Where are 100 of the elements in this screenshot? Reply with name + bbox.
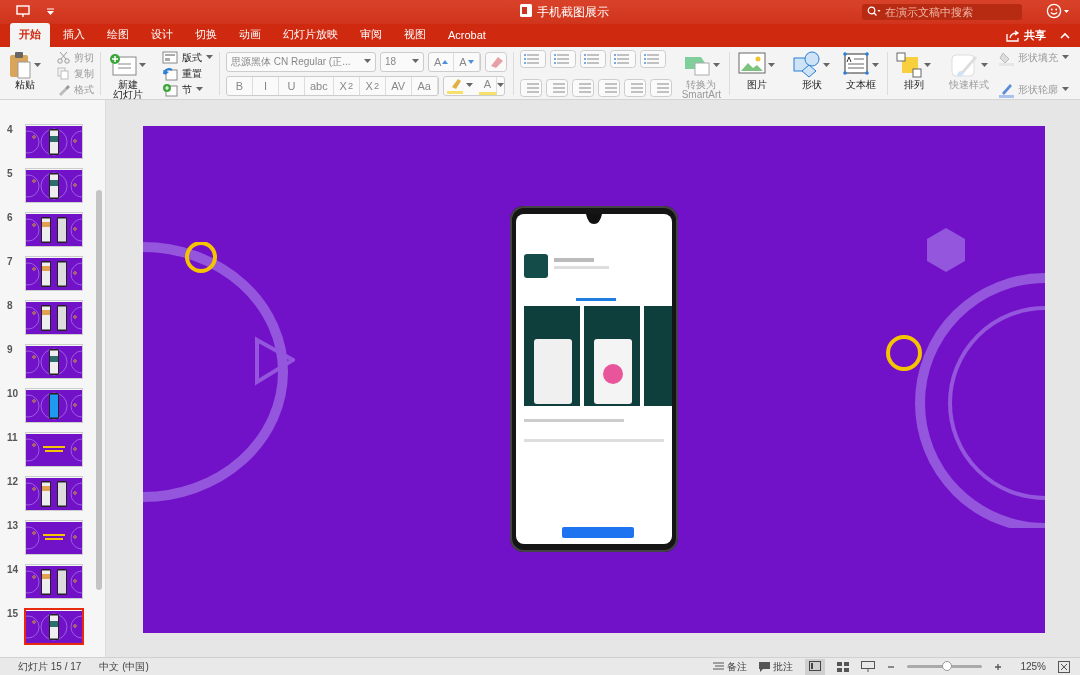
slide-number: 6 [7, 212, 14, 223]
share-icon [1006, 29, 1020, 42]
layout-icon [162, 50, 178, 65]
grid-view-icon[interactable] [837, 661, 850, 672]
insert-button[interactable]: 图片 [736, 50, 778, 97]
slide-number: 10 [7, 388, 20, 399]
copy-icon [57, 67, 70, 80]
format-button[interactable]: U [279, 76, 305, 95]
caret-icon [872, 62, 880, 68]
ribbon-tab[interactable]: 幻灯片放映 [274, 23, 347, 47]
ribbon-tab[interactable]: 视图 [395, 23, 435, 47]
smartart-button[interactable]: 转换为 SmartArt [679, 50, 724, 97]
presentation-icon[interactable] [16, 5, 30, 17]
smiley-icon[interactable] [1046, 3, 1070, 19]
ribbon-tab[interactable]: 切换 [186, 23, 226, 47]
slide-number: 4 [7, 124, 14, 135]
zoom-in-icon[interactable] [994, 662, 1003, 671]
slide-number: 12 [7, 476, 20, 487]
caret-icon [980, 62, 988, 68]
caret-icon [139, 62, 146, 68]
slide-thumbnail[interactable] [25, 300, 83, 335]
slide-thumbnail[interactable] [24, 608, 84, 645]
slide-number: 15 [7, 608, 20, 619]
format-button[interactable]: Aa [411, 76, 438, 95]
format-button[interactable]: abc [305, 76, 334, 95]
section-icon [162, 82, 178, 97]
insert-button[interactable]: 形状 [791, 50, 833, 97]
zoom-percent[interactable]: 125% [1020, 661, 1046, 672]
arrange-button[interactable]: 排列 [894, 50, 934, 97]
slide-thumbnail[interactable] [25, 520, 83, 555]
font-size-field[interactable]: 18 [380, 51, 424, 72]
pencil-icon [999, 81, 1015, 98]
caret-icon [823, 62, 831, 68]
normal-view-icon [809, 660, 822, 671]
slide-number: 14 [7, 564, 20, 575]
brush-icon [57, 83, 70, 96]
ribbon-tab[interactable]: 插入 [54, 23, 94, 47]
caret-icon [1062, 87, 1070, 92]
font-field[interactable]: 思源黑体 CN Regular (正... [226, 51, 376, 72]
slide-thumbnail[interactable] [25, 212, 83, 247]
format-button[interactable]: I [253, 76, 279, 95]
scrollbar[interactable] [96, 190, 102, 590]
fit-icon[interactable] [1058, 660, 1070, 673]
caret-icon [712, 62, 720, 68]
search-field[interactable]: 在演示文稿中搜索 [862, 4, 1022, 20]
shapes-icon [793, 51, 822, 79]
shrink-font-button[interactable]: A [454, 52, 480, 71]
up-triangle-icon [442, 59, 449, 64]
caret-icon [768, 62, 776, 68]
ribbon-tab[interactable]: 开始 [10, 23, 50, 47]
slide-tool-button[interactable]: 节 [162, 82, 213, 97]
dropdown-icon[interactable] [46, 7, 55, 16]
share-button[interactable]: 共享 [1006, 28, 1046, 43]
caret-icon [206, 55, 213, 60]
notes-icon [713, 662, 725, 671]
ribbon-tab[interactable]: 审阅 [351, 23, 391, 47]
normal-view-button[interactable] [805, 658, 826, 675]
slide-number: 13 [7, 520, 20, 531]
slide-number: 5 [7, 168, 14, 179]
slide-thumbnail[interactable] [25, 432, 83, 467]
paste-button[interactable]: 粘贴 [6, 50, 43, 97]
slide-thumbnail[interactable] [25, 476, 83, 511]
slide-tool-button[interactable]: 重置 [162, 66, 213, 81]
brush-icon [950, 52, 979, 78]
slide-position: 幻灯片 15 / 17 [18, 659, 82, 674]
ribbon-tab[interactable]: 动画 [230, 23, 270, 47]
slide-thumbnail[interactable] [25, 344, 83, 379]
presenter-icon[interactable] [861, 661, 876, 672]
ribbon-tab[interactable]: 设计 [142, 23, 182, 47]
slide-thumbnail[interactable] [25, 256, 83, 291]
ribbon-tab[interactable]: Acrobat [439, 23, 495, 47]
arrange-icon [896, 52, 923, 78]
document-icon [520, 4, 532, 17]
slide-tool-button[interactable]: 版式 [162, 50, 213, 65]
slide-number: 8 [7, 300, 14, 311]
slide-number: 7 [7, 256, 14, 267]
grow-font-button[interactable]: A [429, 52, 455, 71]
caret-icon [465, 83, 473, 88]
caret-icon [34, 62, 41, 68]
slide-thumbnail[interactable] [25, 124, 83, 159]
clipboard-icon [8, 51, 32, 79]
slider-thumb[interactable] [942, 661, 953, 671]
format-button[interactable]: AV [385, 76, 412, 95]
caret-icon [924, 62, 932, 68]
notes-button[interactable]: 备注 [713, 659, 748, 674]
new-slide-icon [109, 53, 137, 77]
format-button[interactable]: B [227, 76, 253, 95]
insert-button[interactable]: 文本框 [840, 50, 882, 97]
collapse-icon[interactable] [1060, 32, 1070, 39]
language-label[interactable]: 中文 (中国) [99, 659, 149, 674]
window-title: 手机截图展示 [537, 3, 609, 21]
caret-icon [412, 59, 419, 64]
slide-number: 9 [7, 344, 14, 355]
comments-button[interactable]: 批注 [759, 659, 794, 674]
ribbon-tab[interactable]: 绘图 [98, 23, 138, 47]
slide-number: 11 [7, 432, 19, 443]
slide-thumbnail[interactable] [25, 168, 83, 203]
slide-thumbnail[interactable] [25, 564, 83, 599]
slide-thumbnail[interactable] [25, 388, 83, 423]
down-triangle-icon [467, 59, 474, 64]
